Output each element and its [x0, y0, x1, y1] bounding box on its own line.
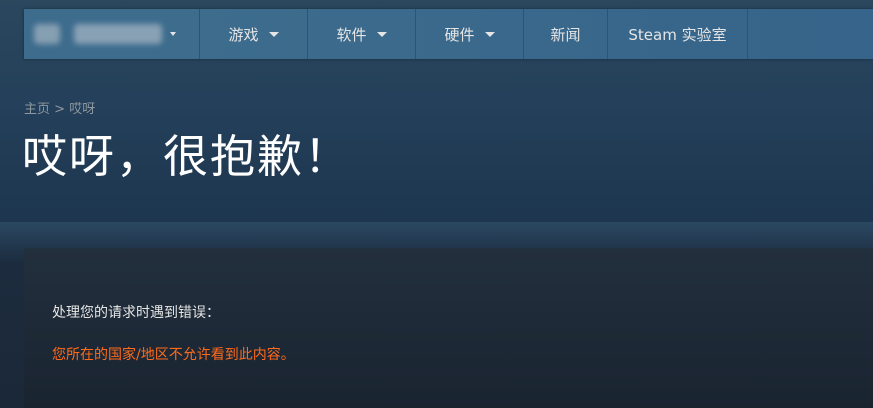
nav-item-label: 硬件: [444, 25, 475, 44]
error-intro-text: 处理您的请求时遇到错误：: [52, 305, 220, 321]
page-title: 哎呀，很抱歉！: [22, 130, 352, 183]
account-menu[interactable]: [24, 9, 200, 59]
nav-item-software[interactable]: 软件: [308, 9, 416, 59]
avatar: [34, 24, 60, 44]
chevron-down-icon: [376, 31, 387, 37]
nav-item-steam-labs[interactable]: Steam 实验室: [608, 9, 748, 59]
nav-item-label: 软件: [336, 25, 367, 44]
nav-item-label: Steam 实验室: [628, 25, 727, 44]
store-nav-bar: 游戏 软件 硬件 新闻 Steam 实验室: [24, 9, 873, 59]
nav-item-label: 新闻: [550, 25, 581, 44]
error-message-text: 您所在的国家/地区不允许看到此内容。: [52, 347, 295, 363]
nav-item-games[interactable]: 游戏: [200, 9, 308, 59]
breadcrumb-separator: >: [54, 102, 66, 117]
breadcrumb-home-link[interactable]: 主页: [24, 102, 50, 117]
nav-item-hardware[interactable]: 硬件: [416, 9, 524, 59]
breadcrumb-current-link[interactable]: 哎呀: [69, 102, 95, 117]
breadcrumb: 主页 > 哎呀: [24, 98, 95, 117]
account-name-blurred: [74, 24, 162, 44]
nav-item-news[interactable]: 新闻: [524, 9, 608, 59]
chevron-down-icon: [268, 31, 279, 37]
chevron-down-icon: [170, 32, 176, 36]
chevron-down-icon: [484, 31, 495, 37]
nav-item-label: 游戏: [228, 25, 259, 44]
error-panel: 处理您的请求时遇到错误： 您所在的国家/地区不允许看到此内容。: [24, 248, 873, 408]
